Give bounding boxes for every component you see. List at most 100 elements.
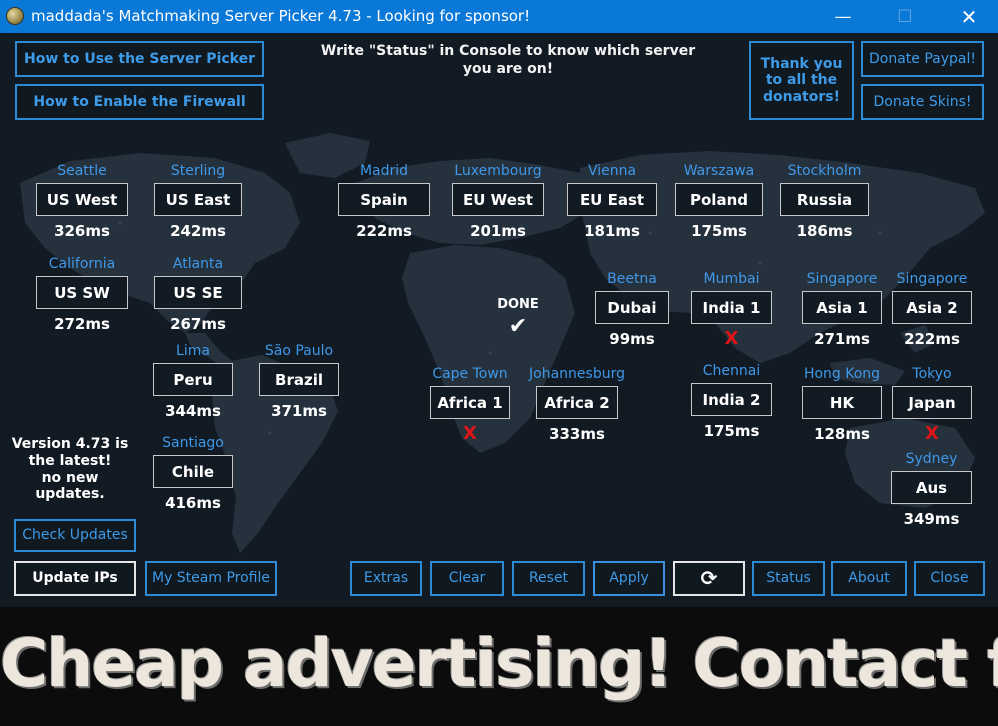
server-ping: 99ms: [609, 330, 655, 348]
server-toggle-button[interactable]: Brazil: [259, 363, 339, 396]
refresh-icon[interactable]: ⟳: [673, 561, 745, 596]
server-toggle-button[interactable]: Aus: [891, 471, 972, 504]
close-window-button[interactable]: ✕: [946, 0, 992, 33]
server-ping: 271ms: [814, 330, 870, 348]
maximize-button[interactable]: ☐: [882, 0, 928, 33]
server-toggle-button[interactable]: India 1: [691, 291, 772, 324]
server-spain: Madrid Spain 222ms: [338, 163, 430, 240]
server-toggle-button[interactable]: India 2: [691, 383, 772, 416]
server-toggle-button[interactable]: US West: [36, 183, 128, 216]
done-indicator: DONE ✔: [490, 297, 546, 339]
server-us-sw: California US SW 272ms: [36, 256, 128, 333]
server-toggle-button[interactable]: Japan: [892, 386, 972, 419]
server-toggle-button[interactable]: Africa 1: [430, 386, 510, 419]
server-city: Luxembourg: [454, 163, 542, 179]
server-aus: Sydney Aus 349ms: [891, 451, 972, 528]
server-toggle-button[interactable]: Africa 2: [536, 386, 618, 419]
server-city: Stockholm: [787, 163, 862, 179]
server-toggle-button[interactable]: EU West: [452, 183, 544, 216]
server-ping: 371ms: [271, 402, 327, 420]
server-asia-2: Singapore Asia 2 222ms: [892, 271, 972, 348]
server-ping: 242ms: [170, 222, 226, 240]
server-city: California: [48, 256, 116, 272]
about-button[interactable]: About: [831, 561, 907, 596]
server-africa-1: Cape Town Africa 1 X: [430, 366, 510, 443]
console-status-note: Write "Status" in Console to know which …: [310, 42, 706, 78]
server-city: Madrid: [359, 163, 409, 179]
extras-button[interactable]: Extras: [350, 561, 422, 596]
server-toggle-button[interactable]: Spain: [338, 183, 430, 216]
server-india-1: Mumbai India 1 X: [691, 271, 772, 348]
server-city: Tokyo: [912, 366, 952, 382]
version-line4: updates.: [35, 486, 105, 503]
check-updates-button[interactable]: Check Updates: [14, 519, 136, 552]
thank-you-line1: Thank you: [760, 56, 843, 73]
thank-you-donators-button[interactable]: Thank you to all the donators!: [749, 41, 854, 120]
update-ips-button[interactable]: Update IPs: [14, 561, 136, 596]
server-failed-x-icon: X: [463, 423, 477, 444]
server-asia-1: Singapore Asia 1 271ms: [802, 271, 882, 348]
server-toggle-button[interactable]: Chile: [153, 455, 233, 488]
server-toggle-button[interactable]: Poland: [675, 183, 763, 216]
clear-button[interactable]: Clear: [430, 561, 504, 596]
server-toggle-button[interactable]: EU East: [567, 183, 657, 216]
server-city: Johannesburg: [529, 366, 625, 382]
server-city: Warszawa: [683, 163, 755, 179]
server-failed-x-icon: X: [724, 328, 739, 349]
server-india-2: Chennai India 2 175ms: [691, 363, 772, 440]
server-city: Santiago: [162, 435, 224, 451]
how-to-use-button[interactable]: How to Use the Server Picker: [15, 41, 264, 77]
server-us-east: Sterling US East 242ms: [154, 163, 242, 240]
status-button[interactable]: Status: [752, 561, 825, 596]
server-ping: 349ms: [903, 510, 960, 528]
apply-button[interactable]: Apply: [593, 561, 665, 596]
server-city: Hong Kong: [803, 366, 881, 382]
server-city: Atlanta: [172, 256, 224, 272]
server-ping: 416ms: [165, 494, 221, 512]
server-ping: 181ms: [584, 222, 640, 240]
checkmark-icon: ✔: [508, 314, 528, 339]
server-brazil: São Paulo Brazil 371ms: [258, 343, 340, 420]
server-toggle-button[interactable]: Russia: [780, 183, 869, 216]
server-japan: Tokyo Japan X: [892, 366, 972, 443]
server-us-west: Seattle US West 326ms: [36, 163, 128, 240]
server-toggle-button[interactable]: HK: [802, 386, 882, 419]
server-us-se: Atlanta US SE 267ms: [154, 256, 242, 333]
server-russia: Stockholm Russia 186ms: [780, 163, 869, 240]
server-toggle-button[interactable]: Asia 1: [802, 291, 882, 324]
server-ping: 326ms: [54, 222, 110, 240]
donate-skins-button[interactable]: Donate Skins!: [861, 84, 984, 120]
server-africa-2: Johannesburg Africa 2 333ms: [528, 366, 626, 443]
donate-paypal-button[interactable]: Donate Paypal!: [861, 41, 984, 77]
server-peru: Lima Peru 344ms: [153, 343, 233, 420]
version-line3: no new: [41, 469, 99, 486]
server-chile: Santiago Chile 416ms: [153, 435, 233, 512]
server-ping: 222ms: [904, 330, 960, 348]
console-note-line1: Write "Status" in Console to know which …: [320, 43, 696, 59]
enable-firewall-button[interactable]: How to Enable the Firewall: [15, 84, 264, 120]
steam-profile-button[interactable]: My Steam Profile: [145, 561, 277, 596]
advertising-banner[interactable]: Cheap advertising! Contact for details :…: [0, 607, 998, 726]
close-button[interactable]: Close: [914, 561, 985, 596]
server-dubai: Beetna Dubai 99ms: [595, 271, 669, 348]
server-failed-x-icon: X: [925, 423, 939, 444]
server-eu-west: Luxembourg EU West 201ms: [452, 163, 544, 240]
window-title: maddada's Matchmaking Server Picker 4.73…: [31, 7, 531, 25]
server-toggle-button[interactable]: US East: [154, 183, 242, 216]
server-toggle-button[interactable]: Peru: [153, 363, 233, 396]
server-ping: 186ms: [796, 222, 853, 240]
server-toggle-button[interactable]: US SW: [36, 276, 128, 309]
server-ping: 344ms: [165, 402, 221, 420]
server-city: Cape Town: [432, 366, 508, 382]
console-note-line2: you are on!: [462, 61, 554, 78]
server-city: Singapore: [896, 271, 968, 287]
thank-you-line2: to all the: [765, 72, 838, 89]
server-toggle-button[interactable]: Asia 2: [892, 291, 972, 324]
reset-button[interactable]: Reset: [512, 561, 585, 596]
server-city: Singapore: [806, 271, 878, 287]
server-toggle-button[interactable]: Dubai: [595, 291, 669, 324]
server-toggle-button[interactable]: US SE: [154, 276, 242, 309]
server-city: Seattle: [57, 163, 107, 179]
server-city: Lima: [176, 343, 210, 359]
minimize-button[interactable]: —: [820, 0, 866, 33]
